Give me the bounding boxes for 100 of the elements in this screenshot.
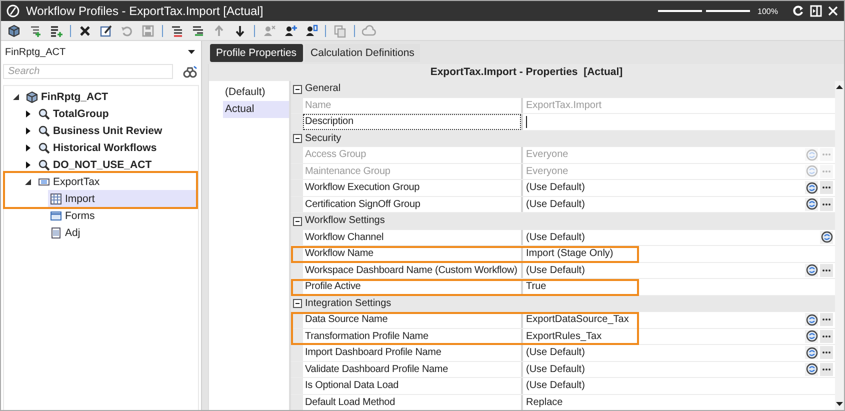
globe-icon (806, 182, 818, 194)
magnifier-icon (38, 158, 50, 170)
cube-icon[interactable] (7, 24, 21, 38)
property-name: Description (303, 114, 521, 130)
property-value: (Use Default) (526, 182, 585, 194)
list-add-icon[interactable] (49, 24, 63, 38)
panel-icon[interactable] (810, 5, 822, 17)
property-value: (Use Default) (526, 264, 585, 276)
ellipsis-icon (822, 202, 831, 206)
tree-item[interactable]: ExportTax (36, 173, 196, 190)
category-label: Security (304, 132, 342, 146)
collapse-icon[interactable] (292, 216, 302, 226)
property-name: Workflow Channel (304, 230, 385, 244)
indent-add-icon[interactable] (28, 24, 42, 38)
property-name: Is Optional Data Load (304, 379, 400, 393)
property-value: (Use Default) (526, 364, 585, 375)
ellipsis-icon (822, 334, 831, 338)
tab[interactable]: Calculation Definitions (304, 44, 420, 62)
globe-button[interactable] (805, 198, 818, 211)
collapse-icon[interactable] (292, 134, 302, 144)
profile-dropdown[interactable]: FinRptg_ACT (3, 44, 199, 60)
tree-item[interactable]: Adj (48, 224, 198, 241)
cube-icon (26, 90, 38, 102)
ellipsis-icon (822, 153, 831, 156)
tree-item[interactable]: Business Unit Review (36, 122, 198, 139)
more-button[interactable] (820, 313, 833, 326)
scenario-item[interactable]: Actual (223, 101, 289, 118)
scroll-down-icon[interactable] (836, 402, 843, 406)
globe-button[interactable] (805, 313, 818, 326)
expand-icon[interactable] (24, 160, 32, 168)
globe-button[interactable] (805, 362, 818, 376)
ellipsis-icon (822, 351, 831, 354)
more-button[interactable] (820, 181, 833, 194)
globe-button[interactable] (805, 181, 818, 194)
category-label: Workflow Settings (304, 214, 386, 228)
caret-icon (188, 50, 195, 54)
collapse-icon[interactable] (24, 178, 32, 186)
scenario-item[interactable]: (Default) (223, 84, 289, 101)
outdent-icon[interactable] (170, 24, 184, 38)
category-label: Integration Settings (304, 296, 392, 310)
user-number-icon[interactable] (304, 24, 318, 38)
ellipsis-icon (822, 268, 831, 272)
globe-icon (806, 346, 818, 359)
delete-icon[interactable] (78, 24, 92, 38)
property-value: True (526, 281, 546, 292)
expand-icon[interactable] (24, 110, 32, 118)
collapse-icon[interactable] (12, 92, 20, 100)
property-name: Profile Active (304, 280, 362, 294)
globe-icon (806, 330, 818, 342)
tree-item[interactable]: Historical Workflows (36, 139, 198, 156)
property-name: Access Group (304, 148, 368, 162)
expand-icon[interactable] (24, 144, 32, 152)
tree-item[interactable]: TotalGroup (36, 105, 198, 122)
more-button[interactable] (820, 330, 833, 343)
globe-button[interactable] (820, 230, 833, 244)
globe-icon (806, 148, 818, 161)
properties-header: ExportTax.Import - Properties [Actual] (209, 64, 844, 81)
property-name: Validate Dashboard Profile Name (304, 362, 450, 376)
search-field[interactable]: Search (3, 64, 173, 79)
collapse-icon[interactable] (292, 299, 302, 308)
property-value: ExportTax.Import (526, 100, 602, 111)
property-name: Certification SignOff Group (304, 198, 422, 212)
globe-button[interactable] (805, 346, 818, 360)
magnifier-icon (38, 124, 50, 136)
edit-icon[interactable] (99, 24, 113, 38)
card-icon (38, 176, 50, 188)
tree-item[interactable]: DO_NOT_USE_ACT (36, 156, 198, 173)
property-value: (Use Default) (526, 380, 585, 392)
globe-button[interactable] (805, 330, 818, 343)
arrow-down-icon[interactable] (233, 24, 247, 38)
globe-icon (806, 264, 818, 276)
binoculars-icon[interactable] (183, 66, 197, 78)
property-value: (Use Default) (526, 347, 585, 358)
property-value: (Use Default) (526, 198, 585, 210)
more-button[interactable] (820, 362, 833, 376)
tab[interactable]: Profile Properties (210, 44, 303, 62)
globe-icon (806, 363, 818, 376)
scroll-up-icon[interactable] (836, 85, 843, 89)
more-button[interactable] (820, 264, 833, 277)
tree-item[interactable]: FinRptg_ACT (24, 88, 198, 105)
magnifier-icon (38, 108, 50, 120)
refresh-icon[interactable] (792, 5, 804, 17)
grid-icon (50, 192, 62, 204)
property-value: (Use Default) (526, 232, 585, 243)
scrollbar[interactable] (835, 81, 844, 410)
indent-icon[interactable] (191, 24, 205, 38)
tree-item[interactable]: Forms (48, 207, 198, 224)
close-icon[interactable] (828, 6, 838, 16)
logo-icon (6, 4, 20, 18)
property-value: Everyone (526, 166, 568, 177)
category-label: General (304, 82, 342, 96)
user-add-icon[interactable] (283, 24, 297, 38)
globe-icon (806, 198, 818, 210)
globe-button[interactable] (805, 264, 818, 277)
more-button[interactable] (820, 346, 833, 360)
more-button[interactable] (820, 198, 833, 211)
expand-icon[interactable] (24, 126, 32, 134)
collapse-icon[interactable] (292, 84, 302, 94)
tree-item[interactable]: Import (48, 190, 196, 207)
ellipsis-icon (822, 170, 831, 173)
